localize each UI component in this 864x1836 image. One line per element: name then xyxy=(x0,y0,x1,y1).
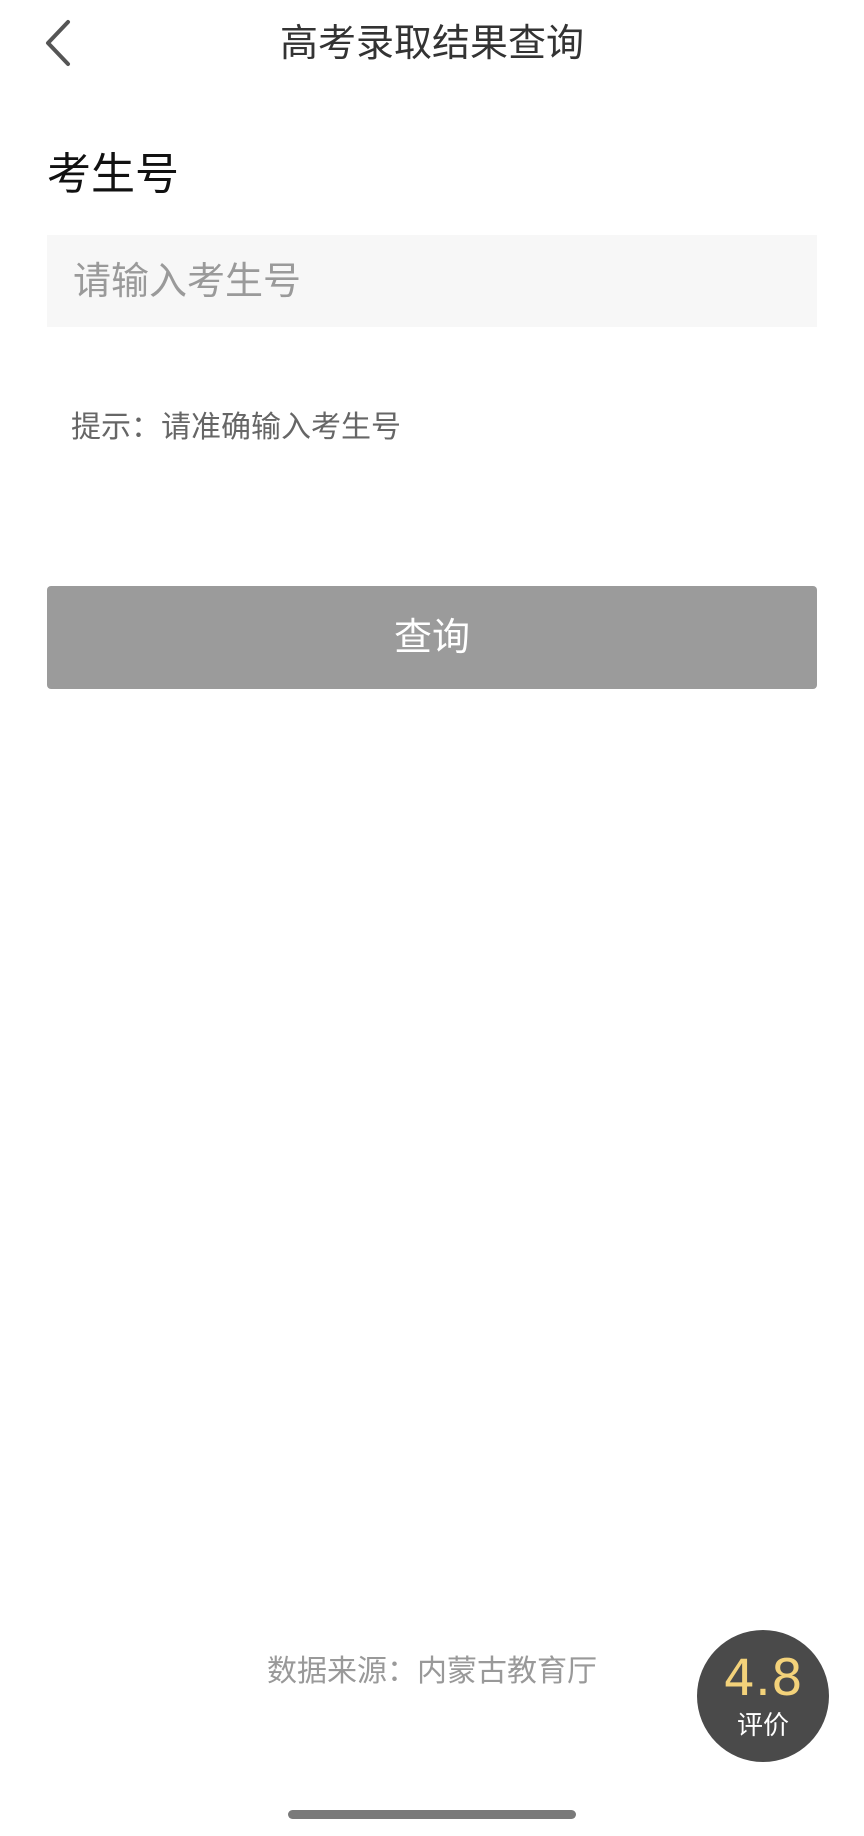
input-hint: 提示：请准确输入考生号 xyxy=(71,410,401,445)
candidate-number-input[interactable] xyxy=(47,235,817,327)
rating-badge[interactable]: 4.8 评价 xyxy=(697,1630,829,1762)
field-label-candidate-number: 考生号 xyxy=(47,149,179,200)
home-indicator[interactable] xyxy=(288,1810,576,1819)
page-title: 高考录取结果查询 xyxy=(279,21,584,65)
rating-label: 评价 xyxy=(736,1711,789,1741)
rating-score: 4.8 xyxy=(723,1649,803,1707)
page: 高考录取结果查询 考生号 提示：请准确输入考生号 查询 数据来源：内蒙古教育厅 … xyxy=(0,0,864,1836)
query-button[interactable]: 查询 xyxy=(47,586,817,689)
nav-bar: 高考录取结果查询 xyxy=(0,0,864,86)
